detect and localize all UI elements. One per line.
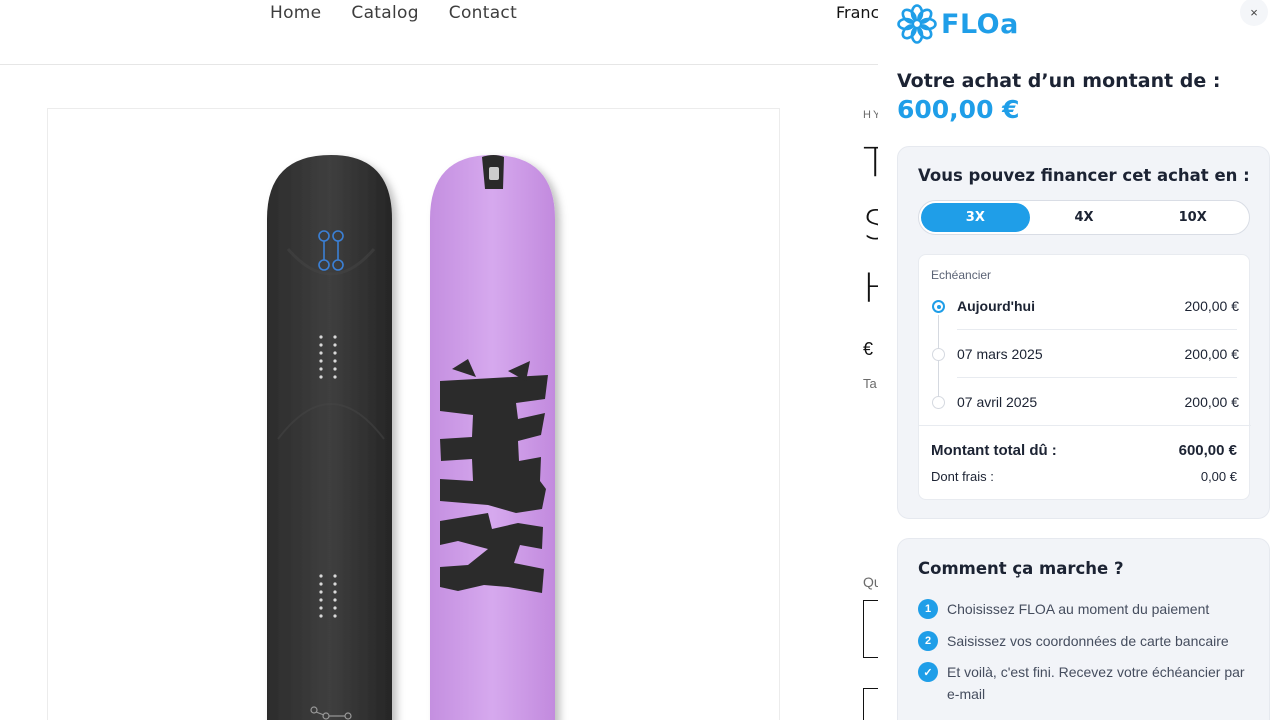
main-nav: Home Catalog Contact bbox=[270, 3, 517, 23]
schedule-row: Aujourd'hui 200,00 € bbox=[919, 298, 1251, 348]
schedule-date: 07 mars 2025 bbox=[957, 346, 1043, 362]
step-number-icon: 2 bbox=[918, 631, 938, 651]
floa-wordmark: FLOa bbox=[941, 8, 1019, 40]
black-snowboard bbox=[267, 155, 392, 720]
financing-card: Vous pouvez financer cet achat en : 3X 4… bbox=[897, 146, 1270, 519]
schedule-amount: 200,00 € bbox=[1184, 298, 1240, 314]
schedule-divider bbox=[957, 329, 1237, 330]
installment-tabs: 3X 4X 10X bbox=[918, 200, 1250, 235]
product-tax-note: Ta bbox=[863, 376, 877, 391]
fees-value: 0,00 € bbox=[1200, 469, 1237, 484]
product-image-frame bbox=[47, 108, 780, 720]
schedule-amount: 200,00 € bbox=[1184, 394, 1240, 410]
step-number-icon: 1 bbox=[918, 599, 938, 619]
nav-contact-link[interactable]: Contact bbox=[449, 3, 517, 23]
total-divider bbox=[919, 425, 1251, 426]
step-item: ✓ Et voilà, c'est fini. Recevez votre éc… bbox=[918, 662, 1258, 705]
schedule-amount: 200,00 € bbox=[1184, 346, 1240, 362]
product-price: € bbox=[863, 339, 874, 359]
fees-label: Dont frais : bbox=[931, 469, 994, 484]
schedule-label: Echéancier bbox=[931, 268, 992, 282]
floa-flower-icon bbox=[897, 4, 937, 44]
schedule-row: 07 mars 2025 200,00 € bbox=[919, 346, 1251, 396]
close-icon: × bbox=[1250, 4, 1258, 20]
payment-schedule: Echéancier Aujourd'hui 200,00 € 07 mars … bbox=[918, 254, 1251, 500]
step-item: 2 Saisissez vos coordonnées de carte ban… bbox=[918, 631, 1258, 652]
step-text: Saisissez vos coordonnées de carte banca… bbox=[947, 633, 1229, 649]
schedule-row: 07 avril 2025 200,00 € bbox=[919, 394, 1251, 444]
snowboard-product-image[interactable] bbox=[48, 109, 781, 720]
schedule-date: 07 avril 2025 bbox=[957, 394, 1038, 410]
country-selector[interactable]: Franc bbox=[836, 3, 879, 22]
financing-title: Vous pouvez financer cet achat en : bbox=[918, 166, 1250, 185]
floa-logo: FLOa bbox=[897, 4, 1019, 44]
total-value: 600,00 € bbox=[1178, 442, 1237, 459]
tab-10x[interactable]: 10X bbox=[1138, 203, 1247, 232]
close-button[interactable]: × bbox=[1240, 0, 1268, 26]
purchase-amount: 600,00 € bbox=[897, 95, 1020, 124]
schedule-divider bbox=[957, 377, 1237, 378]
how-it-works-title: Comment ça marche ? bbox=[918, 559, 1124, 578]
tab-3x[interactable]: 3X bbox=[921, 203, 1030, 232]
step-item: 1 Choisissez FLOA au moment du paiement bbox=[918, 599, 1258, 620]
schedule-date: Aujourd'hui bbox=[957, 298, 1035, 314]
schedule-dot-active bbox=[932, 300, 945, 313]
total-label: Montant total dû : bbox=[931, 442, 1057, 459]
schedule-dot bbox=[932, 348, 945, 361]
floa-payment-panel: FLOa × Votre achat d’un montant de : 600… bbox=[878, 0, 1280, 720]
step-text: Choisissez FLOA au moment du paiement bbox=[947, 601, 1210, 617]
purchase-title: Votre achat d’un montant de : bbox=[897, 70, 1221, 92]
check-icon: ✓ bbox=[918, 662, 938, 682]
tab-4x[interactable]: 4X bbox=[1030, 203, 1139, 232]
schedule-dot bbox=[932, 396, 945, 409]
step-text: Et voilà, c'est fini. Recevez votre éché… bbox=[947, 664, 1245, 702]
nav-home-link[interactable]: Home bbox=[270, 3, 321, 23]
nav-catalog-link[interactable]: Catalog bbox=[351, 3, 418, 23]
quantity-label: Qu bbox=[863, 574, 879, 590]
how-it-works-card: Comment ça marche ? 1 Choisissez FLOA au… bbox=[897, 538, 1270, 720]
